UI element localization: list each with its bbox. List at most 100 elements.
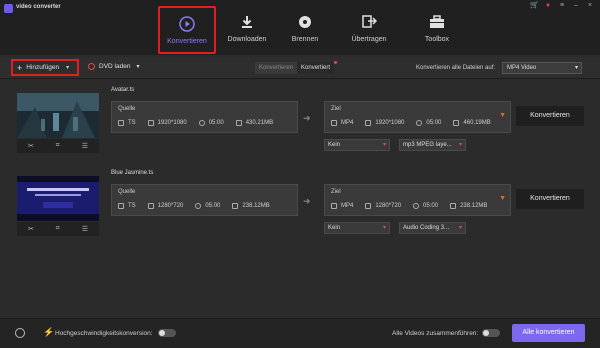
target-meta: MP4 1920*1080 05:00 460.19MB — [331, 120, 503, 126]
cut-icon[interactable]: ✂ — [28, 142, 34, 150]
effects-icon[interactable]: ☰ — [82, 142, 88, 150]
toggle-knob — [159, 330, 165, 336]
video-thumbnail[interactable] — [17, 176, 99, 221]
file-item: ✂ ⌗ ☰ Avatar.ts Quelle TS 1920*1080 05:0… — [11, 87, 589, 159]
tab-toolbox[interactable]: Toolbox — [408, 6, 466, 54]
tab-uebertragen[interactable]: Übertragen — [340, 6, 398, 54]
schedule-alarm-icon[interactable] — [15, 328, 25, 338]
format-field: TS — [118, 120, 136, 126]
add-files-button[interactable]: + Hinzufügen ▾ — [11, 59, 79, 76]
file-item: ✂ ⌗ ☰ Blue Jasmine.ts Quelle TS 1280*720… — [11, 170, 589, 242]
convert-button[interactable]: Konvertieren — [516, 189, 584, 209]
file-icon — [331, 120, 337, 126]
folder-icon — [450, 203, 457, 209]
clock-icon — [195, 203, 202, 209]
resolution-field: 1280*720 — [147, 203, 183, 209]
toolbox-icon — [428, 14, 446, 30]
cart-icon[interactable]: 🛒 — [530, 2, 539, 10]
size-field: 430.21MB — [235, 120, 273, 126]
folder-icon — [235, 120, 242, 126]
arrow-right-icon: ➜ — [303, 113, 311, 123]
folder-icon — [453, 120, 460, 126]
lightning-icon: ⚡ — [43, 327, 55, 337]
convert-all-format-select[interactable]: MP4 Video ▾ — [502, 62, 582, 74]
merge-videos-toggle[interactable] — [482, 329, 500, 337]
file-name: Blue Jasmine.ts — [111, 170, 154, 176]
convert-button[interactable]: Konvertieren — [516, 106, 584, 126]
duration-field: 05:00 — [195, 203, 220, 209]
chevron-down-icon: ▾ — [66, 65, 70, 71]
clock-icon — [198, 120, 205, 126]
format-dropdown-icon[interactable]: ▼ — [499, 112, 506, 119]
effects-icon[interactable]: ☰ — [82, 225, 88, 233]
menu-icon[interactable]: ≡ — [558, 2, 566, 10]
load-dvd-button[interactable]: DVD laden ▾ — [88, 63, 139, 70]
chevron-down-icon: ▾ — [136, 64, 140, 70]
file-icon — [118, 120, 124, 126]
gift-icon[interactable]: ♦ — [544, 2, 552, 10]
format-field: MP4 — [331, 120, 353, 126]
notification-dot — [334, 61, 338, 64]
target-info[interactable]: Ziel MP4 1280*720 05:00 238.12MB ▼ — [324, 184, 511, 216]
resolution-icon — [365, 203, 372, 209]
subtitle-select[interactable]: Kein ▾ — [324, 139, 390, 151]
resolution-icon — [365, 120, 372, 126]
dvd-icon — [88, 63, 95, 70]
source-meta: TS 1280*720 05:00 238.12MB — [118, 203, 282, 209]
tab-downloaden[interactable]: Downloaden — [218, 6, 276, 54]
window-controls: 🛒 ♦ ≡ – × — [530, 2, 594, 10]
crop-icon[interactable]: ⌗ — [56, 225, 60, 233]
tab-converting[interactable]: Konvertieren — [255, 62, 298, 74]
subtitle-select[interactable]: Kein ▾ — [324, 222, 390, 234]
chevron-down-icon: ▾ — [574, 65, 578, 71]
clock-icon — [416, 120, 423, 126]
resolution-field: 1920*1080 — [365, 120, 404, 126]
crop-icon[interactable]: ⌗ — [56, 142, 60, 150]
clock-icon — [413, 203, 420, 209]
video-thumbnail[interactable] — [17, 93, 99, 138]
resolution-field: 1920*1080 — [147, 120, 187, 126]
high-speed-label: Hochgeschwindigkeitskonversion: — [55, 330, 153, 337]
bottom-bar: ⚡ Hochgeschwindigkeitskonversion: Alle V… — [0, 318, 600, 348]
resolution-icon — [147, 203, 154, 209]
duration-field: 05:00 — [413, 203, 438, 209]
title-bar: video converter 🛒 ♦ ≡ – × Konvertieren D… — [0, 0, 600, 55]
high-speed-toggle[interactable] — [158, 329, 176, 337]
target-meta: MP4 1280*720 05:00 238.12MB — [331, 203, 499, 209]
file-icon — [118, 203, 124, 209]
size-field: 238.12MB — [450, 203, 487, 209]
cut-icon[interactable]: ✂ — [28, 225, 34, 233]
app-title: video converter — [16, 4, 61, 10]
size-field: 238.12MB — [232, 203, 270, 209]
minimize-icon[interactable]: – — [572, 2, 580, 10]
audio-track-select[interactable]: mp3 MPEG laye... ▾ — [399, 139, 466, 151]
merge-videos-label: Alle Videos zusammenführen: — [392, 330, 479, 337]
tab-converted[interactable]: Konvertiert — [297, 62, 335, 74]
close-icon[interactable]: × — [586, 2, 594, 10]
chevron-down-icon: ▾ — [382, 225, 386, 231]
transfer-icon — [360, 14, 378, 30]
resolution-field: 1280*720 — [365, 203, 401, 209]
audio-track-select[interactable]: Audio Coding 3... ▾ — [399, 222, 466, 234]
thumbnail-tools: ✂ ⌗ ☰ — [17, 139, 99, 153]
convert-all-button[interactable]: Alle konvertieren — [512, 324, 585, 342]
file-name: Avatar.ts — [111, 87, 135, 93]
format-dropdown-icon[interactable]: ▼ — [499, 195, 506, 202]
duration-field: 05:00 — [198, 120, 224, 126]
format-field: MP4 — [331, 203, 353, 209]
folder-icon — [232, 203, 239, 209]
chevron-down-icon: ▾ — [458, 142, 462, 148]
size-field: 460.19MB — [453, 120, 491, 126]
target-info[interactable]: Ziel MP4 1920*1080 05:00 460.19MB ▼ — [324, 101, 511, 133]
chevron-down-icon: ▾ — [382, 142, 386, 148]
app-logo-icon — [4, 4, 13, 13]
chevron-down-icon: ▾ — [458, 225, 462, 231]
tab-konvertieren[interactable]: Konvertieren — [158, 6, 216, 54]
source-info: Quelle TS 1920*1080 05:00 430.21MB — [111, 101, 298, 133]
tab-brennen[interactable]: Brennen — [276, 6, 334, 54]
duration-field: 05:00 — [416, 120, 441, 126]
file-icon — [331, 203, 337, 209]
convert-all-to-label: Konvertieren alle Dateien auf: — [416, 65, 496, 71]
format-field: TS — [118, 203, 136, 209]
thumbnail-tools: ✂ ⌗ ☰ — [17, 222, 99, 236]
